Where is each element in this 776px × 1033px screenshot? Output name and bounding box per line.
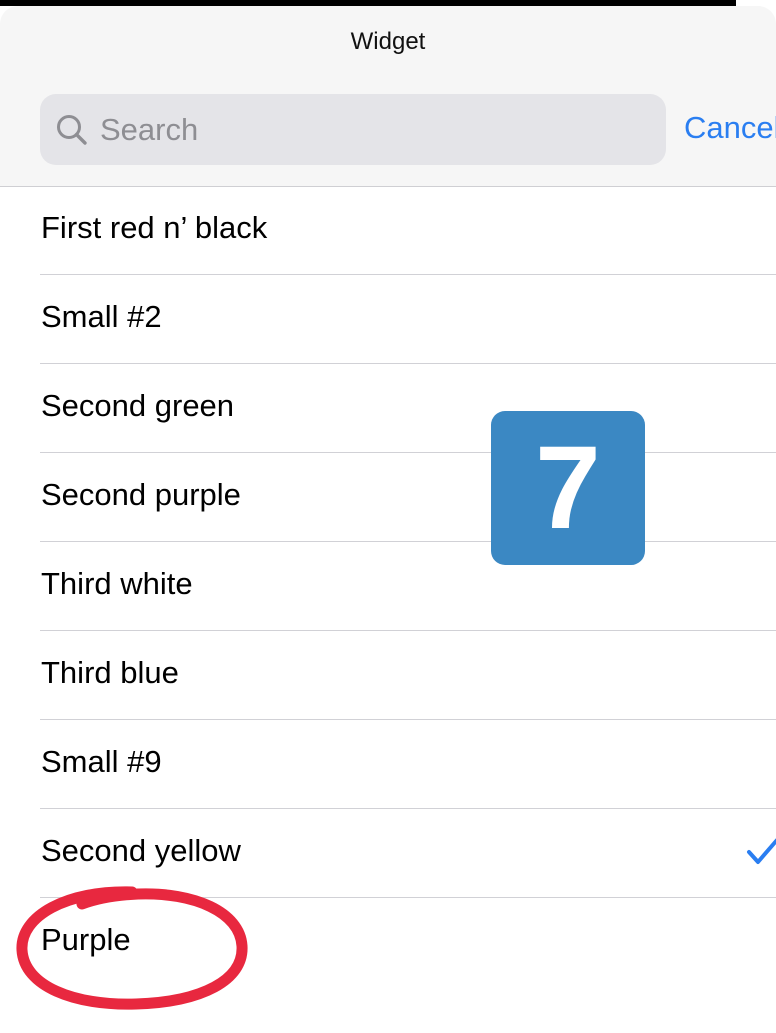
list-item[interactable]: Third white <box>0 542 776 631</box>
widget-list: First red n’ black Small #2 Second green… <box>0 186 776 987</box>
sheet-title: Widget <box>350 28 426 55</box>
number-badge: 7 <box>491 411 645 565</box>
search-input[interactable] <box>100 94 650 165</box>
list-item-label: First red n’ black <box>41 210 268 245</box>
sheet-header: Widget Cancel <box>0 6 776 187</box>
list-item-label: Small #2 <box>41 299 162 334</box>
list-item-label: Third blue <box>41 655 179 690</box>
search-bar[interactable] <box>40 94 666 165</box>
list-item-label: Second purple <box>41 477 241 512</box>
highlight-ring-annotation <box>16 886 248 1010</box>
list-item-label: Second yellow <box>41 833 241 868</box>
list-item[interactable]: Second green <box>0 364 776 453</box>
list-item-label: Second green <box>41 388 235 423</box>
list-item[interactable]: Small #2 <box>0 275 776 364</box>
list-item[interactable]: Third blue <box>0 631 776 720</box>
list-item-label: Third white <box>41 566 193 601</box>
list-item[interactable]: First red n’ black <box>0 186 776 275</box>
list-item-label: Small #9 <box>41 744 162 779</box>
list-item[interactable]: Second purple <box>0 453 776 542</box>
list-item[interactable]: Small #9 <box>0 720 776 809</box>
number-badge-text: 7 <box>535 422 601 554</box>
checkmark-icon <box>747 838 776 864</box>
cancel-button[interactable]: Cancel <box>684 110 776 146</box>
search-icon <box>57 115 87 145</box>
